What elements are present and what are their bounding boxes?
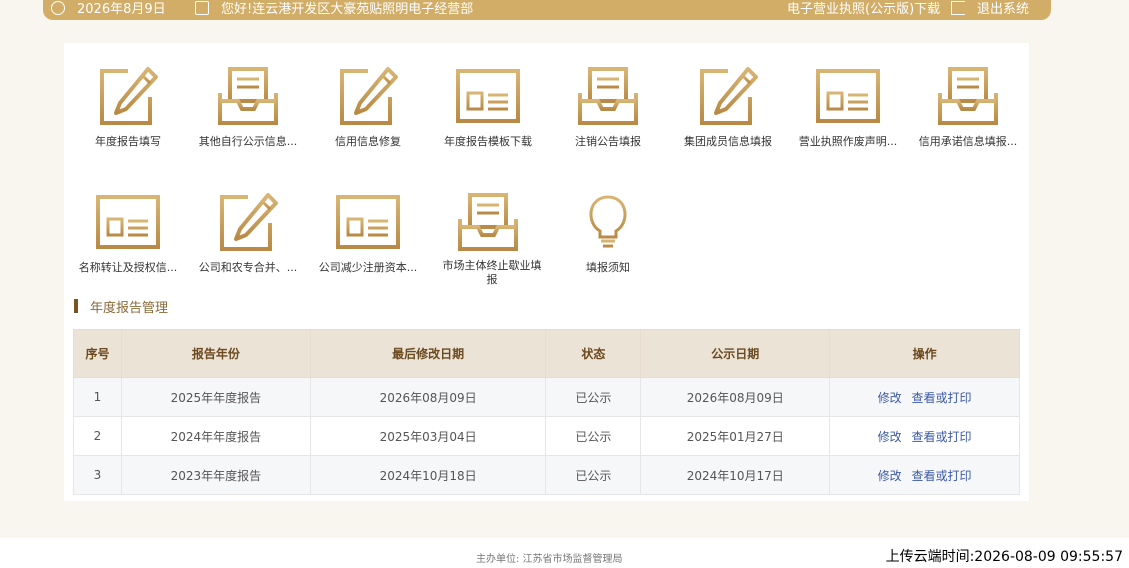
cell-year: 2025年年度报告 bbox=[120, 377, 311, 417]
view-print-link[interactable]: 查看或打印 bbox=[912, 391, 972, 405]
main-card: 年度报告填写 其他自行公示信息... 信用信息修复 年度报告模板下载 注销公告填… bbox=[64, 43, 1029, 501]
tile-3[interactable]: 年度报告模板下载 bbox=[428, 67, 548, 149]
tile-label[interactable]: 年度报告填写 bbox=[68, 133, 188, 149]
logout-icon[interactable] bbox=[951, 0, 965, 15]
edit-link[interactable]: 修改 bbox=[878, 430, 902, 444]
pen-icon[interactable] bbox=[188, 193, 308, 255]
tile-6[interactable]: 营业执照作废声明... bbox=[788, 67, 908, 149]
header-no: 序号 bbox=[73, 329, 122, 378]
sponsor-text: 主办单位: 江苏省市场监督管理局 bbox=[476, 554, 623, 565]
tile-12[interactable]: 填报须知 bbox=[548, 193, 668, 275]
date-display: 2026年8月9日 bbox=[51, 0, 166, 17]
pen-icon[interactable] bbox=[68, 67, 188, 129]
tray-icon[interactable] bbox=[428, 193, 548, 255]
clock-icon bbox=[51, 0, 65, 15]
top-banner: 2026年8月9日 您好!连云港开发区大豪苑贴照明电子经营部 电子营业执照(公示… bbox=[43, 0, 1051, 20]
header-actions: 操作 bbox=[829, 329, 1020, 378]
tile-label[interactable]: 营业执照作废声明... bbox=[788, 133, 908, 149]
section-header: 年度报告管理 bbox=[74, 298, 169, 316]
footer: 主办单位: 江苏省市场监督管理局 上传云端时间:2026-08-09 09:55… bbox=[0, 538, 1129, 568]
logout-button[interactable]: 退出系统 bbox=[951, 0, 1029, 17]
tile-label[interactable]: 市场主体终止歇业填报 bbox=[434, 259, 550, 287]
window-icon[interactable] bbox=[428, 67, 548, 129]
tray-icon[interactable] bbox=[908, 67, 1028, 129]
view-print-link[interactable]: 查看或打印 bbox=[912, 469, 972, 483]
tile-1[interactable]: 其他自行公示信息... bbox=[188, 67, 308, 149]
cell-no: 2 bbox=[73, 416, 122, 456]
tile-label[interactable]: 其他自行公示信息... bbox=[188, 133, 308, 149]
tile-9[interactable]: 公司和农专合并、... bbox=[188, 193, 308, 275]
cell-modified: 2025年03月04日 bbox=[309, 416, 547, 456]
cell-status: 已公示 bbox=[545, 455, 642, 495]
cell-year: 2023年年度报告 bbox=[120, 455, 311, 495]
tile-label[interactable]: 注销公告填报 bbox=[548, 133, 668, 149]
cell-actions: 修改 查看或打印 bbox=[829, 455, 1020, 495]
tile-label[interactable]: 公司减少注册资本... bbox=[308, 259, 428, 275]
cell-publish: 2025年01月27日 bbox=[640, 416, 831, 456]
header-status: 状态 bbox=[545, 329, 642, 378]
cell-modified: 2024年10月18日 bbox=[309, 455, 547, 495]
tray-icon[interactable] bbox=[188, 67, 308, 129]
lightbulb-icon[interactable] bbox=[548, 193, 668, 255]
window-icon[interactable] bbox=[68, 193, 188, 255]
tile-10[interactable]: 公司减少注册资本... bbox=[308, 193, 428, 275]
cell-status: 已公示 bbox=[545, 377, 642, 417]
section-title-text: 年度报告管理 bbox=[90, 300, 169, 316]
cell-actions: 修改 查看或打印 bbox=[829, 377, 1020, 417]
cell-no: 1 bbox=[73, 377, 122, 417]
cell-publish: 2024年10月17日 bbox=[640, 455, 831, 495]
greeting-text: 您好!连云港开发区大豪苑贴照明电子经营部 bbox=[221, 2, 474, 17]
table-row: 3 2023年年度报告 2024年10月18日 已公示 2024年10月17日 … bbox=[73, 455, 1020, 495]
license-download-label[interactable]: 电子营业执照(公示版)下载 bbox=[787, 0, 940, 17]
tile-4[interactable]: 注销公告填报 bbox=[548, 67, 668, 149]
header-year: 报告年份 bbox=[120, 329, 311, 378]
upload-time-text: 上传云端时间:2026-08-09 09:55:57 bbox=[885, 549, 1123, 565]
greeting: 您好!连云港开发区大豪苑贴照明电子经营部 bbox=[195, 0, 473, 17]
table-row: 2 2024年年度报告 2025年03月04日 已公示 2025年01月27日 … bbox=[73, 416, 1020, 456]
tile-label[interactable]: 集团成员信息填报 bbox=[668, 133, 788, 149]
tray-icon[interactable] bbox=[548, 67, 668, 129]
tile-label[interactable]: 填报须知 bbox=[548, 259, 668, 275]
tile-5[interactable]: 集团成员信息填报 bbox=[668, 67, 788, 149]
license-download-link[interactable]: 电子营业执照(公示版)下载 bbox=[787, 0, 940, 17]
table-header-row: 序号 报告年份 最后修改日期 状态 公示日期 操作 bbox=[73, 329, 1020, 378]
header-publish: 公示日期 bbox=[640, 329, 831, 378]
date-text: 2026年8月9日 bbox=[77, 2, 166, 17]
user-icon bbox=[195, 0, 209, 15]
cell-year: 2024年年度报告 bbox=[120, 416, 311, 456]
tile-label[interactable]: 年度报告模板下载 bbox=[428, 133, 548, 149]
cell-no: 3 bbox=[73, 455, 122, 495]
tile-11[interactable]: 市场主体终止歇业填报 bbox=[428, 193, 548, 287]
header-modified: 最后修改日期 bbox=[309, 329, 547, 378]
tile-8[interactable]: 名称转让及授权信... bbox=[68, 193, 188, 275]
window-icon[interactable] bbox=[308, 193, 428, 255]
tile-label[interactable]: 信用信息修复 bbox=[308, 133, 428, 149]
pen-icon[interactable] bbox=[308, 67, 428, 129]
tile-label[interactable]: 公司和农专合并、... bbox=[188, 259, 308, 275]
view-print-link[interactable]: 查看或打印 bbox=[912, 430, 972, 444]
cell-modified: 2026年08月09日 bbox=[309, 377, 547, 417]
window-icon[interactable] bbox=[788, 67, 908, 129]
section-marker bbox=[74, 299, 78, 313]
cell-actions: 修改 查看或打印 bbox=[829, 416, 1020, 456]
table-row: 1 2025年年度报告 2026年08月09日 已公示 2026年08月09日 … bbox=[73, 377, 1020, 417]
cell-publish: 2026年08月09日 bbox=[640, 377, 831, 417]
tile-0[interactable]: 年度报告填写 bbox=[68, 67, 188, 149]
annual-report-table: 序号 报告年份 最后修改日期 状态 公示日期 操作 1 2025年年度报告 20… bbox=[73, 329, 1020, 495]
cell-status: 已公示 bbox=[545, 416, 642, 456]
edit-link[interactable]: 修改 bbox=[878, 391, 902, 405]
tile-label[interactable]: 名称转让及授权信... bbox=[68, 259, 188, 275]
logout-label[interactable]: 退出系统 bbox=[977, 0, 1029, 17]
tile-7[interactable]: 信用承诺信息填报... bbox=[908, 67, 1028, 149]
tile-label[interactable]: 信用承诺信息填报... bbox=[908, 133, 1028, 149]
tile-2[interactable]: 信用信息修复 bbox=[308, 67, 428, 149]
pen-icon[interactable] bbox=[668, 67, 788, 129]
edit-link[interactable]: 修改 bbox=[878, 469, 902, 483]
